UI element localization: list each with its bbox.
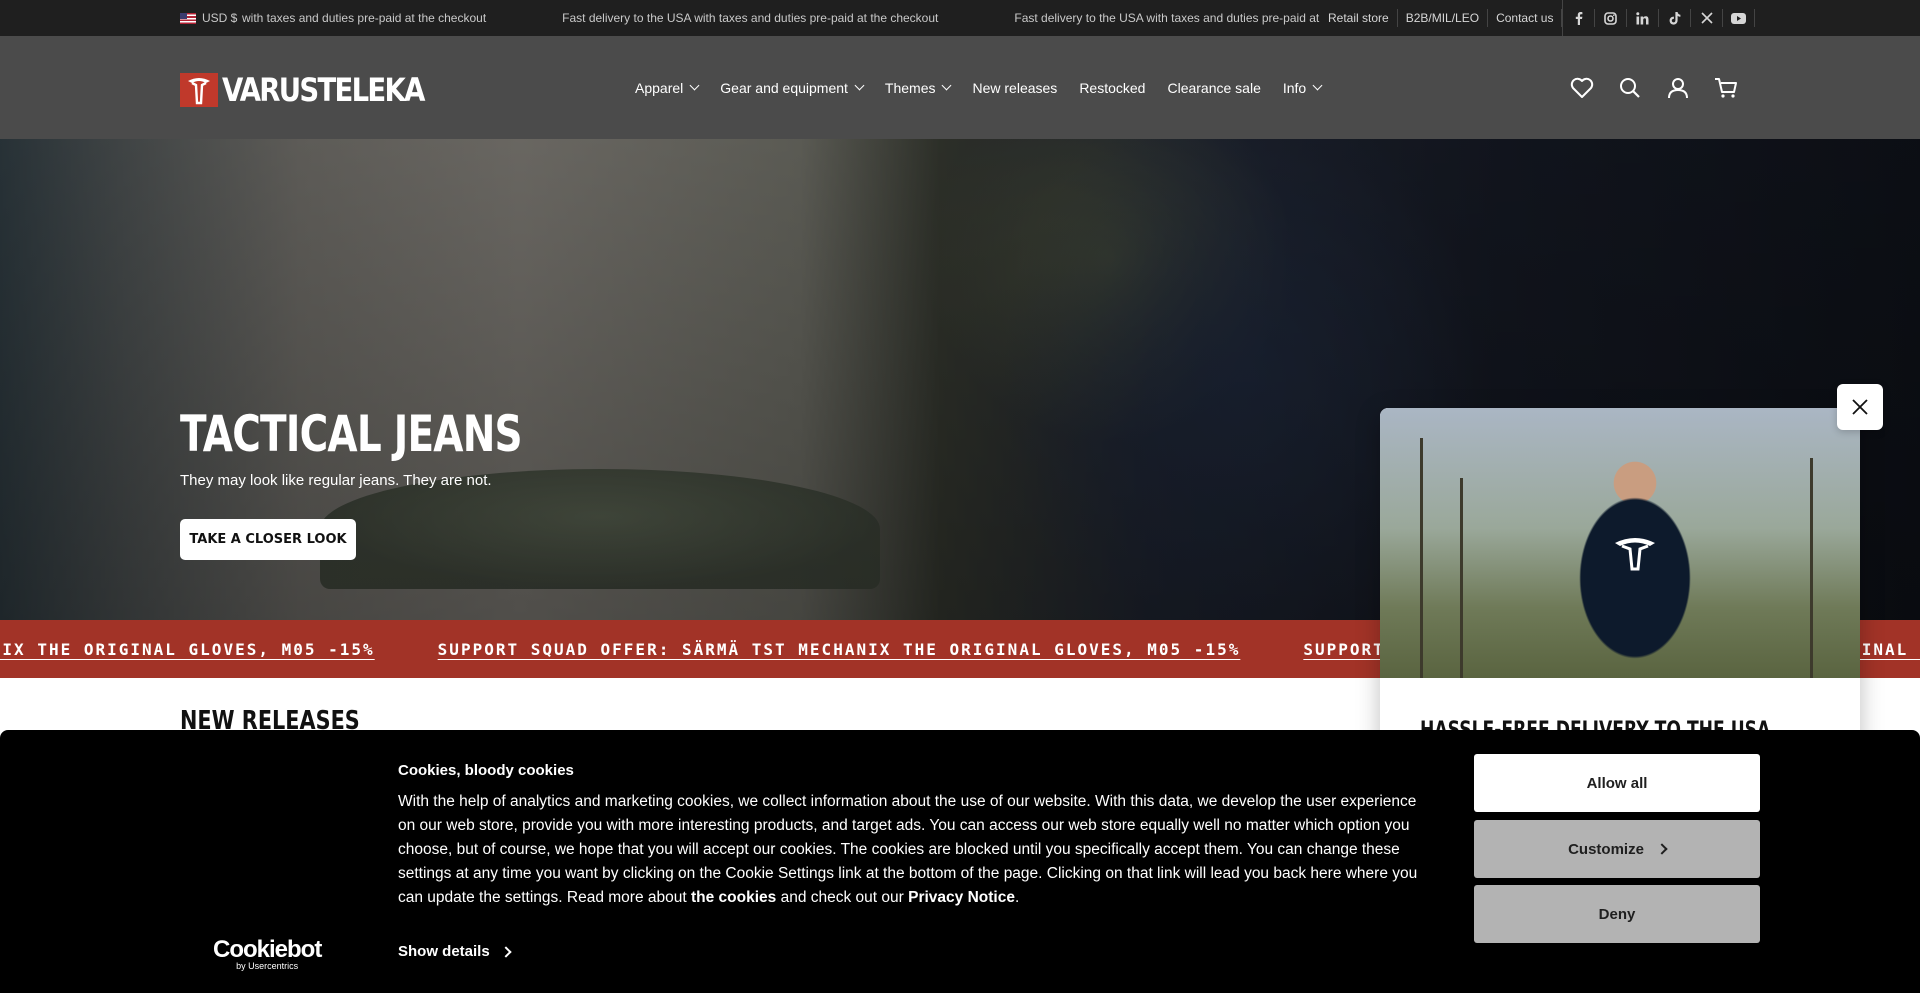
cookie-body: With the help of analytics and marketing… (398, 790, 1418, 910)
cookie-banner: Cookiebot by Usercentrics Cookies, blood… (0, 730, 1920, 993)
customize-label: Customize (1568, 840, 1644, 858)
nav-label: Themes (884, 79, 936, 96)
popup-close-button[interactable] (1837, 384, 1883, 430)
header-actions (1570, 36, 1738, 139)
nav-apparel[interactable]: Apparel (635, 79, 700, 96)
cookie-title: Cookies, bloody cookies (398, 762, 574, 779)
x-icon[interactable] (1691, 9, 1724, 27)
search-icon[interactable] (1618, 76, 1642, 100)
deny-button[interactable]: Deny (1474, 885, 1760, 943)
nav-label: Clearance sale (1167, 79, 1261, 96)
nav-clearance-sale[interactable]: Clearance sale (1167, 80, 1260, 96)
allow-all-button[interactable]: Allow all (1474, 754, 1760, 812)
tree (1810, 458, 1813, 678)
marquee-item: SUPPORT SQUAD OFFER: SÄRMÄ TST MECHANIX … (0, 639, 375, 659)
cookie-body-mid: and check out our (776, 889, 909, 906)
delivery-ticker: with taxes and duties pre-paid at the ch… (242, 0, 1320, 36)
nav-label: New releases (972, 79, 1058, 96)
instagram-icon[interactable] (1595, 9, 1628, 27)
chevron-down-icon (1312, 80, 1323, 91)
b2b-link[interactable]: B2B/MIL/LEO (1398, 9, 1489, 27)
us-flag-icon (180, 12, 196, 24)
nav-restocked[interactable]: Restocked (1079, 80, 1145, 96)
chevron-down-icon (942, 80, 952, 91)
wishlist-heart-icon[interactable] (1570, 76, 1594, 100)
site-header: VARUSTELEKA Apparel Gear and equipment T… (0, 36, 1920, 139)
show-details-label: Show details (398, 943, 490, 960)
top-utility-bar: USD $ with taxes and duties pre-paid at … (0, 0, 1920, 36)
cart-icon[interactable] (1714, 76, 1738, 100)
currency-selector[interactable]: USD $ (180, 0, 237, 36)
tiktok-icon[interactable] (1659, 9, 1692, 27)
chevron-down-icon (689, 80, 700, 91)
facebook-icon[interactable] (1563, 9, 1596, 27)
ticker-item: Fast delivery to the USA with taxes and … (562, 11, 939, 25)
retail-store-link[interactable]: Retail store (1320, 9, 1398, 27)
nav-gear-and-equipment[interactable]: Gear and equipment (720, 79, 865, 96)
main-nav: Apparel Gear and equipment Themes New re… (635, 36, 1323, 139)
show-details-button[interactable]: Show details (398, 943, 512, 960)
site-logo[interactable]: VARUSTELEKA (180, 71, 457, 109)
chevron-down-icon (854, 80, 865, 91)
marquee-item: SUPPORT SQUAD OFFER: SÄRMÄ TST MECHANIX … (437, 639, 1241, 659)
tree (1460, 478, 1463, 678)
account-icon[interactable] (1666, 76, 1690, 100)
top-links: Retail store B2B/MIL/LEO Contact us (1320, 0, 1756, 36)
take-closer-look-button[interactable]: TAKE A CLOSER LOOK (180, 519, 356, 560)
chevron-right-icon (1656, 843, 1668, 855)
nav-new-releases[interactable]: New releases (972, 80, 1057, 96)
social-links (1562, 0, 1756, 36)
logo-text: VARUSTELEKA (222, 71, 425, 109)
chevron-right-icon (500, 945, 512, 958)
logo-mark-icon (180, 73, 218, 107)
currency-label: USD $ (202, 11, 238, 25)
youtube-icon[interactable] (1723, 9, 1756, 27)
close-icon (1852, 399, 1868, 415)
customize-button[interactable]: Customize (1474, 820, 1760, 878)
nav-label: Apparel (635, 79, 684, 96)
popup-image (1380, 408, 1860, 678)
nav-label: Restocked (1079, 79, 1146, 96)
ticker-item: with taxes and duties pre-paid at the ch… (242, 11, 487, 25)
hero-title: TACTICAL JEANS (180, 405, 523, 463)
linkedin-icon[interactable] (1627, 9, 1660, 27)
allow-all-label: Allow all (1586, 774, 1648, 792)
cookiebot-brand: Cookiebot (213, 936, 322, 963)
cookie-body-end: . (1014, 889, 1020, 906)
contact-us-link[interactable]: Contact us (1488, 9, 1563, 27)
nav-themes[interactable]: Themes (884, 79, 952, 96)
nav-info[interactable]: Info (1282, 79, 1323, 96)
shirt-logo-icon (1615, 538, 1655, 571)
cookies-link[interactable]: the cookies (691, 889, 776, 906)
nav-label: Gear and equipment (720, 79, 848, 96)
privacy-notice-link[interactable]: Privacy Notice (908, 889, 1015, 906)
nav-label: Info (1282, 79, 1307, 96)
deny-label: Deny (1598, 905, 1636, 923)
hero-subtitle: They may look like regular jeans. They a… (180, 472, 492, 489)
cookiebot-logo: Cookiebot by Usercentrics (213, 936, 322, 971)
tree (1420, 438, 1423, 678)
ticker-item: Fast delivery to the USA with taxes and … (1014, 11, 1320, 25)
